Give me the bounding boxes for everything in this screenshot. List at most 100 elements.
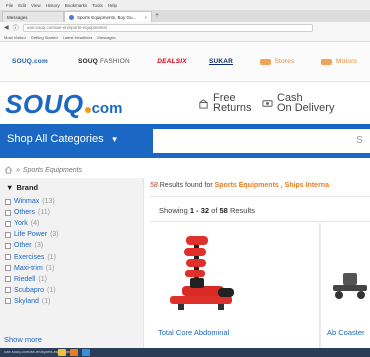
showing-of: of bbox=[211, 206, 218, 215]
product-title-link[interactable]: Ab Coaster bbox=[327, 328, 365, 337]
menu-tools[interactable]: Tools bbox=[92, 3, 103, 8]
brand-filter-heading[interactable]: ▼ Brand bbox=[6, 183, 38, 192]
filter-item[interactable]: Scubapro (1) bbox=[5, 285, 59, 296]
divider bbox=[150, 196, 370, 197]
info-icon[interactable]: ⓘ bbox=[13, 23, 19, 32]
shop-all-categories-button[interactable]: Shop All Categories ▼ bbox=[7, 133, 119, 145]
menu-view[interactable]: View bbox=[31, 3, 41, 8]
souq-logo[interactable]: SOUQ com bbox=[5, 89, 122, 119]
breadcrumb-separator: » bbox=[16, 166, 20, 174]
menu-edit[interactable]: Edit bbox=[18, 3, 26, 8]
checkbox[interactable] bbox=[5, 254, 11, 261]
showing-results-word: Results bbox=[229, 206, 255, 215]
filter-label: Maxi-trim bbox=[14, 264, 43, 272]
results-summary: 58 Results found for Sports Equipments ,… bbox=[150, 182, 329, 189]
checkbox[interactable] bbox=[5, 287, 11, 294]
brand-motors-text: Motors bbox=[335, 58, 358, 65]
checkbox[interactable] bbox=[5, 220, 11, 227]
site-header: SOUQ com Free Returns Cash On Delivery bbox=[0, 82, 370, 124]
filter-sidebar: ▼ Brand Winmax (13) Others (11) York (4) Li… bbox=[0, 178, 144, 348]
breadcrumb-current: Sports Equipments bbox=[22, 166, 83, 174]
breadcrumb: » Sports Equipments bbox=[4, 166, 82, 174]
bookmark-messages[interactable]: Messages bbox=[97, 35, 115, 40]
browser-tab-souq[interactable]: Sports Equipments, Buy Gu... × bbox=[64, 11, 152, 22]
brand-stores-link[interactable]: Stores bbox=[246, 42, 308, 82]
brand-deal-link[interactable]: DEALSIX bbox=[148, 42, 196, 82]
menu-help[interactable]: Help bbox=[108, 3, 117, 8]
brand-sukar-link[interactable]: SUKAR bbox=[196, 42, 246, 82]
back-icon[interactable]: ◀ bbox=[4, 24, 9, 31]
brand-motors-link[interactable]: Motors bbox=[308, 42, 370, 82]
home-icon[interactable] bbox=[4, 166, 13, 174]
filter-item[interactable]: York (4) bbox=[5, 218, 59, 229]
brand-souq-link[interactable]: SOUQ.com bbox=[0, 42, 60, 82]
brand-fashion-link[interactable]: SOUQ FASHION bbox=[60, 42, 148, 82]
checkbox[interactable] bbox=[5, 231, 11, 238]
brand-deal-text: DEALSIX bbox=[157, 58, 187, 65]
filter-item[interactable]: Life Power (3) bbox=[5, 229, 59, 240]
browser-menubar: File Edit View History Bookmarks Tools H… bbox=[0, 0, 370, 10]
filter-item[interactable]: Riedell (1) bbox=[5, 274, 59, 285]
search-input[interactable] bbox=[153, 129, 370, 153]
filter-item[interactable]: Maxi-trim (1) bbox=[5, 263, 59, 274]
divider bbox=[150, 221, 370, 222]
new-tab-button[interactable]: + bbox=[155, 12, 159, 19]
brand-stores-text: Stores bbox=[274, 58, 295, 65]
checkbox[interactable] bbox=[5, 276, 11, 283]
filter-count: (1) bbox=[45, 264, 55, 272]
filter-item[interactable]: Winmax (13) bbox=[5, 196, 59, 207]
filter-label: Exercises bbox=[14, 253, 45, 261]
product-card[interactable]: Ab Coaster bbox=[320, 223, 370, 351]
bookmark-latest-headlines[interactable]: Latest Headlines bbox=[63, 35, 93, 40]
bookmark-getting-started[interactable]: Getting Started bbox=[31, 35, 58, 40]
favicon-icon bbox=[69, 14, 74, 20]
filter-label: Life Power bbox=[14, 231, 48, 239]
brand-fashion-bold: SOUQ bbox=[78, 58, 98, 65]
results-count: 58 bbox=[150, 182, 158, 189]
filter-item[interactable]: Other (3) bbox=[5, 240, 59, 251]
filter-label: Others bbox=[14, 209, 36, 217]
logo-dot-icon bbox=[84, 107, 91, 113]
browser-icon[interactable] bbox=[70, 349, 78, 356]
brand-strip: SOUQ.com SOUQ FASHION DEALSIX SUKAR Stor… bbox=[0, 42, 370, 82]
tab-label: Messages bbox=[7, 14, 28, 20]
checkbox[interactable] bbox=[5, 298, 11, 305]
folder-icon[interactable] bbox=[58, 349, 66, 356]
results-query: Sports Equipments , Ships Interna bbox=[214, 182, 329, 189]
perk-free-returns[interactable]: Free Returns bbox=[198, 93, 252, 114]
filter-item[interactable]: Exercises (1) bbox=[5, 251, 59, 262]
show-more-link[interactable]: Show more bbox=[4, 335, 42, 344]
results-found-text: Results found for bbox=[159, 182, 213, 189]
filter-label: Other bbox=[14, 242, 32, 250]
showing-prefix: Showing bbox=[159, 206, 188, 215]
menu-file[interactable]: File bbox=[6, 3, 13, 8]
product-image-ab-coaster[interactable] bbox=[329, 265, 370, 305]
checkbox[interactable] bbox=[5, 242, 11, 249]
url-bar[interactable]: uae.souq.com/ae-en/sports-equipments/ bbox=[22, 23, 313, 32]
brand-filter-list: Winmax (13) Others (11) York (4) Life Power… bbox=[5, 196, 59, 307]
product-title-link[interactable]: Total Core Abdominal bbox=[158, 328, 229, 337]
cash-icon bbox=[262, 99, 273, 107]
search-bar: Shop All Categories ▼ S bbox=[0, 124, 370, 158]
app-icon[interactable] bbox=[82, 349, 90, 356]
bookmark-most-visited[interactable]: Most Visited bbox=[4, 35, 26, 40]
perk-cash-on-delivery[interactable]: Cash On Delivery bbox=[262, 93, 334, 114]
search-button-clipped[interactable]: S bbox=[356, 135, 363, 146]
browser-tab-messages[interactable]: Messages bbox=[2, 11, 64, 22]
product-image-ab-machine[interactable] bbox=[160, 228, 250, 323]
showing-total: 58 bbox=[219, 206, 228, 215]
filter-count: (1) bbox=[41, 297, 51, 305]
showing-range: Showing 1 - 32 of 58 Results bbox=[159, 206, 255, 215]
menu-bookmarks[interactable]: Bookmarks bbox=[65, 3, 88, 8]
close-icon[interactable]: × bbox=[144, 15, 147, 20]
brand-fashion-thin: FASHION bbox=[100, 58, 130, 65]
checkbox[interactable] bbox=[5, 209, 11, 216]
menu-history[interactable]: History bbox=[46, 3, 60, 8]
brand-souq-text: SOUQ.com bbox=[12, 58, 48, 65]
filter-count: (3) bbox=[34, 242, 44, 250]
filter-item[interactable]: Skyland (1) bbox=[5, 296, 59, 307]
checkbox[interactable] bbox=[5, 198, 11, 205]
filter-item[interactable]: Others (11) bbox=[5, 207, 59, 218]
checkbox[interactable] bbox=[5, 265, 11, 272]
product-card[interactable]: Total Core Abdominal bbox=[150, 223, 320, 351]
